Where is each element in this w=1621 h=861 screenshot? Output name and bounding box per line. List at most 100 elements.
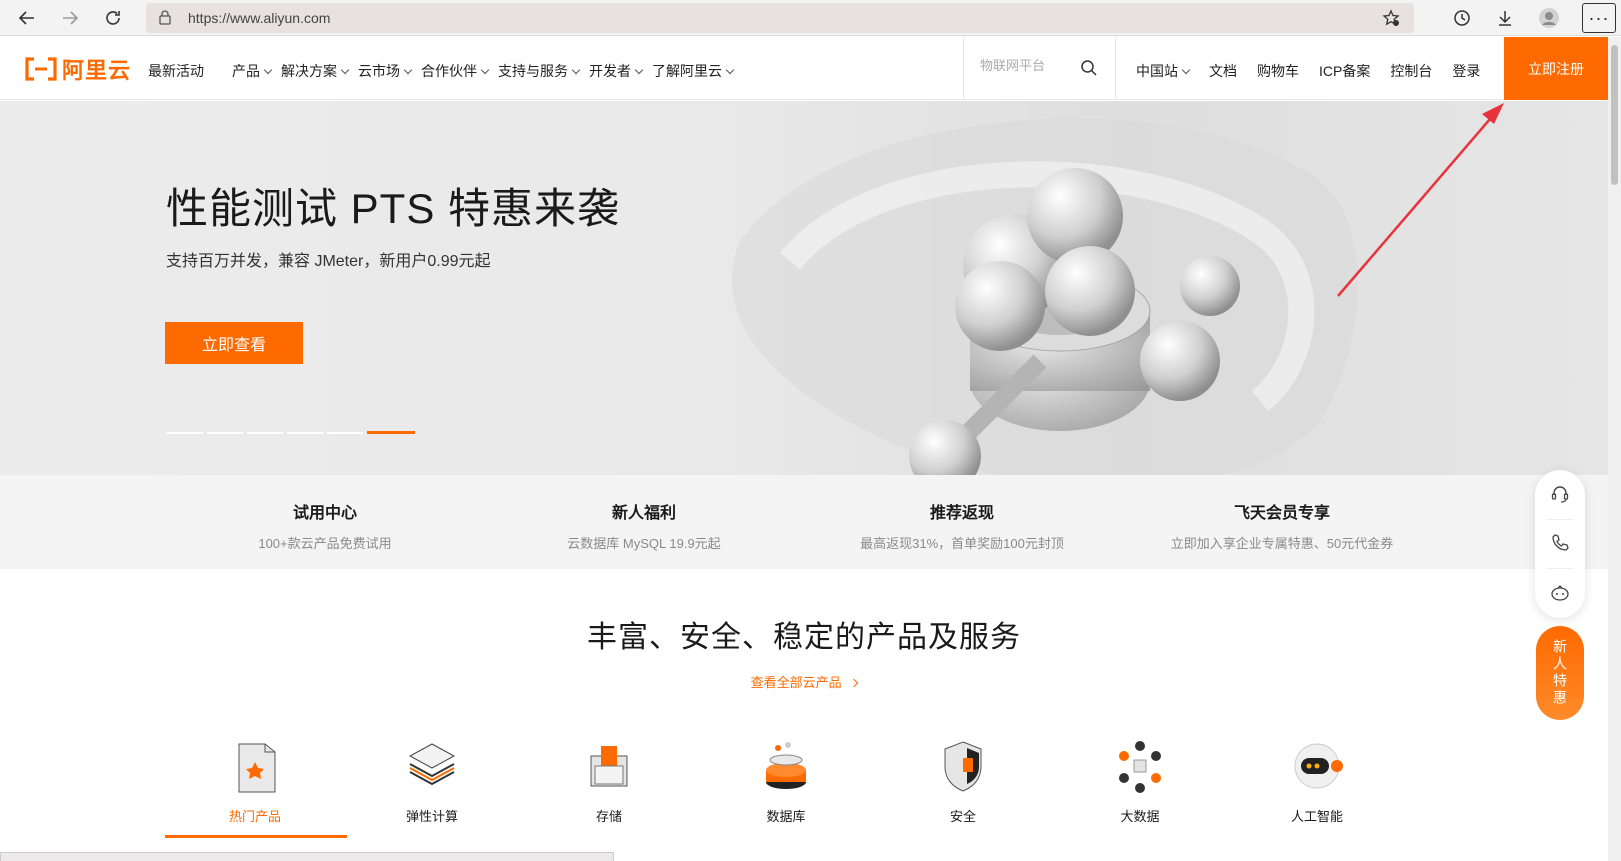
- register-button[interactable]: 立即注册: [1504, 37, 1608, 100]
- browser-toolbar: https://www.aliyun.com ···: [0, 0, 1621, 36]
- site-search: [963, 37, 1116, 100]
- nav-label: 最新活动: [148, 63, 204, 79]
- nav-latest-activity[interactable]: 最新活动: [148, 61, 204, 81]
- status-bar: [0, 852, 614, 861]
- chat-bot-icon[interactable]: [1550, 583, 1570, 603]
- nav-support[interactable]: 支持与服务: [498, 61, 581, 81]
- tab-label: 人工智能: [1290, 809, 1343, 824]
- nav-icp[interactable]: ICP备案: [1319, 61, 1370, 81]
- scrollbar-thumb[interactable]: [1611, 45, 1618, 185]
- tab-security[interactable]: 安全: [873, 736, 1053, 825]
- nav-label: 支持与服务: [498, 63, 568, 79]
- carousel-dot-active[interactable]: [367, 431, 415, 434]
- divider: [1547, 519, 1573, 520]
- nav-docs[interactable]: 文档: [1209, 61, 1237, 81]
- big-data-icon: [1110, 736, 1170, 798]
- utility-nav: 中国站 文档 购物车 ICP备案 控制台 登录: [1136, 61, 1480, 81]
- nav-console[interactable]: 控制台: [1390, 61, 1432, 81]
- logo-text: 阿里云: [62, 58, 132, 83]
- hot-products-icon: [225, 736, 285, 798]
- region-selector[interactable]: 中国站: [1136, 61, 1191, 81]
- main-nav: 最新活动 产品 解决方案 云市场 合作伙伴 支持与服务 开发者 了解阿里云: [148, 61, 735, 81]
- promo-desc: 最高返现31%，首单奖励100元封顶: [860, 536, 1064, 551]
- page-scrollbar[interactable]: [1608, 37, 1621, 861]
- carousel-indicators: [167, 431, 419, 434]
- promo-title: 试用中心: [292, 505, 357, 522]
- carousel-dot[interactable]: [287, 432, 323, 434]
- ai-robot-icon: [1287, 736, 1347, 798]
- tab-big-data[interactable]: 大数据: [1050, 736, 1230, 825]
- site-header: 阿里云 最新活动 产品 解决方案 云市场 合作伙伴 支持与服务 开发者 了解阿里…: [0, 37, 1608, 100]
- url-text: https://www.aliyun.com: [188, 10, 331, 26]
- promo-strip: 试用中心 100+款云产品免费试用 新人福利 云数据库 MySQL 19.9元起…: [0, 475, 1608, 569]
- aliyun-logo[interactable]: 阿里云: [24, 56, 132, 83]
- download-icon[interactable]: [1491, 4, 1519, 32]
- carousel-dot[interactable]: [207, 432, 243, 434]
- promo-title: 推荐返现: [929, 505, 994, 522]
- forward-icon[interactable]: [56, 4, 84, 32]
- chevron-down-icon: [571, 65, 581, 74]
- promo-member-exclusive[interactable]: 飞天会员专享 立即加入享企业专属特惠、50元代金券: [1132, 475, 1432, 552]
- nav-about[interactable]: 了解阿里云: [652, 61, 735, 81]
- nav-solutions[interactable]: 解决方案: [281, 61, 350, 81]
- aliyun-logo-icon: [24, 57, 58, 81]
- database-icon: [756, 736, 816, 798]
- refresh-icon[interactable]: [99, 4, 127, 32]
- headset-icon[interactable]: [1550, 484, 1570, 504]
- nav-label: 产品: [232, 63, 260, 79]
- tab-ai[interactable]: 人工智能: [1227, 736, 1407, 825]
- promo-referral-cashback[interactable]: 推荐返现 最高返现31%，首单奖励100元封顶: [812, 475, 1112, 552]
- chevron-down-icon: [340, 65, 350, 74]
- region-label: 中国站: [1136, 63, 1178, 79]
- nav-partners[interactable]: 合作伙伴: [421, 61, 490, 81]
- nav-label: 解决方案: [281, 63, 337, 79]
- tab-database[interactable]: 数据库: [696, 736, 876, 825]
- carousel-dot[interactable]: [167, 432, 203, 434]
- security-shield-icon: [933, 736, 993, 798]
- tab-hot-products[interactable]: 热门产品: [165, 736, 345, 825]
- product-category-tabs: 热门产品 弹性计算 存储 数据库 安全 大数据 人工智能: [165, 736, 1395, 838]
- chevron-down-icon: [725, 65, 735, 74]
- nav-login[interactable]: 登录: [1452, 61, 1480, 81]
- hero-subtitle: 支持百万并发，兼容 JMeter，新用户0.99元起: [166, 253, 491, 270]
- link-label: 查看全部云产品: [750, 675, 842, 690]
- hero-illustration: [732, 118, 1358, 475]
- promo-title: 新人福利: [611, 505, 676, 522]
- tab-label: 存储: [595, 809, 622, 824]
- active-tab-indicator: [165, 835, 347, 838]
- promo-trial-center[interactable]: 试用中心 100+款云产品免费试用: [175, 475, 475, 552]
- nav-developers[interactable]: 开发者: [589, 61, 644, 81]
- history-icon[interactable]: [1448, 4, 1476, 32]
- nav-cart[interactable]: 购物车: [1257, 61, 1299, 81]
- search-input[interactable]: [978, 57, 1068, 74]
- chevron-down-icon: [263, 65, 273, 74]
- promo-title: 飞天会员专享: [1233, 505, 1330, 522]
- tab-storage[interactable]: 存储: [519, 736, 699, 825]
- profile-avatar-icon[interactable]: [1535, 4, 1563, 32]
- tab-label: 大数据: [1120, 809, 1160, 824]
- back-icon[interactable]: [13, 4, 41, 32]
- carousel-dot[interactable]: [327, 432, 363, 434]
- nav-label: 了解阿里云: [652, 63, 722, 79]
- chevron-right-icon: [850, 678, 859, 688]
- promo-desc: 100+款云产品免费试用: [258, 536, 392, 551]
- more-menu-button[interactable]: ···: [1582, 3, 1616, 33]
- tab-label: 数据库: [766, 809, 806, 824]
- hero-title: 性能测试 PTS 特惠来袭: [166, 185, 621, 232]
- nav-marketplace[interactable]: 云市场: [358, 61, 413, 81]
- divider: [1547, 568, 1573, 569]
- search-icon[interactable]: [1080, 59, 1098, 82]
- chevron-down-icon: [634, 65, 644, 74]
- chevron-down-icon: [1181, 65, 1191, 74]
- address-bar[interactable]: https://www.aliyun.com: [146, 3, 1414, 33]
- phone-icon[interactable]: [1550, 533, 1570, 553]
- carousel-dot[interactable]: [247, 432, 283, 434]
- hero-banner: 性能测试 PTS 特惠来袭 支持百万并发，兼容 JMeter，新用户0.99元起…: [0, 101, 1608, 475]
- favorite-add-icon[interactable]: [1382, 9, 1400, 32]
- tab-elastic-compute[interactable]: 弹性计算: [342, 736, 522, 825]
- view-all-products-link[interactable]: 查看全部云产品: [0, 672, 1608, 691]
- tab-label: 弹性计算: [405, 809, 458, 824]
- promo-newcomer-benefits[interactable]: 新人福利 云数据库 MySQL 19.9元起: [494, 475, 794, 552]
- nav-products[interactable]: 产品: [232, 61, 273, 81]
- hero-cta-button[interactable]: 立即查看: [165, 322, 303, 364]
